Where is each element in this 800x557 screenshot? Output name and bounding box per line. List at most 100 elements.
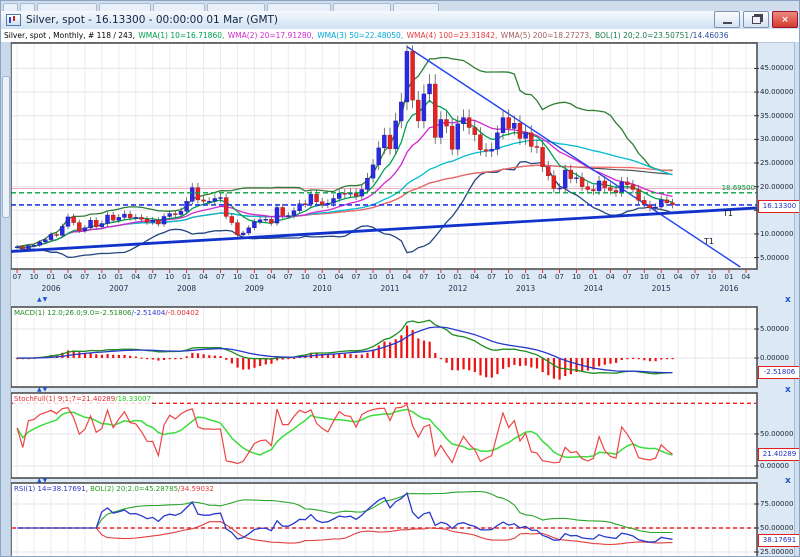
macd-histogram-bar [626, 358, 628, 359]
macd-histogram-bar [90, 353, 92, 358]
price-level-label: 18.69500 [695, 184, 755, 192]
macd-histogram-bar [451, 358, 453, 370]
candle [77, 223, 81, 231]
macd-histogram-bar [632, 358, 634, 359]
candle [190, 188, 194, 202]
macd-histogram-bar [660, 358, 662, 360]
candle [219, 198, 223, 199]
stoch-panel-close[interactable]: x [785, 386, 791, 394]
stoch-collapse-arrows[interactable]: ▲▼ [37, 386, 48, 393]
macd-collapse-arrows[interactable]: ▲▼ [37, 296, 48, 303]
candle [654, 207, 658, 208]
candle [574, 178, 578, 179]
rsi-panel-close[interactable]: x [785, 477, 791, 485]
legend-segment: /-0.00402 [165, 309, 199, 317]
stoch-legend: StochFull(1) 9;1;7=21.40289/18.33007 [13, 395, 152, 404]
macd-histogram-bar [140, 358, 142, 359]
candle [94, 220, 98, 227]
candle [507, 118, 511, 129]
macd-histogram-bar [293, 358, 295, 359]
candle [388, 135, 392, 149]
left-scrollbar-thumb[interactable] [2, 76, 10, 218]
macd-histogram-bar [542, 358, 544, 372]
macd-histogram-bar [78, 352, 80, 358]
x-year-label: 2013 [510, 284, 542, 293]
candle [106, 215, 110, 224]
rsi-collapse-arrows[interactable]: ▲▼ [37, 477, 48, 484]
macd-histogram-bar [236, 358, 238, 368]
macd-histogram-bar [598, 358, 600, 366]
candle [89, 220, 93, 228]
macd-histogram-bar [536, 358, 538, 368]
macd-histogram-bar [174, 358, 176, 359]
candle [416, 100, 420, 121]
macd-histogram-bar [468, 358, 470, 370]
macd-histogram-bar [169, 358, 171, 359]
macd-histogram-bar [609, 358, 611, 364]
candle [473, 128, 477, 135]
candle [241, 233, 245, 235]
candle [558, 188, 562, 189]
macd-histogram-bar [95, 354, 97, 358]
candle [625, 182, 629, 185]
legend-segment: BOL(2) 20;2.0=45.28785 [90, 485, 178, 493]
macd-histogram-bar [163, 358, 165, 360]
rsi-legend: RSI(1) 14=38.17691, BOL(2) 20;2.0=45.287… [13, 485, 215, 494]
macd-histogram-bar [638, 358, 640, 359]
candle [32, 245, 36, 246]
candle [665, 200, 669, 203]
candle [637, 189, 641, 200]
candle [292, 211, 296, 216]
macd-histogram-bar [220, 356, 222, 358]
macd-histogram-bar [429, 342, 431, 358]
rsi-plot-bg [11, 483, 757, 557]
candle [512, 123, 516, 128]
candle [202, 200, 206, 201]
x-year-label: 2010 [306, 284, 338, 293]
candle [490, 149, 494, 151]
macd-histogram-bar [462, 358, 464, 369]
macd-histogram-bar [496, 358, 498, 374]
left-scrollbar[interactable] [1, 42, 11, 557]
candle [315, 194, 319, 202]
macd-histogram-bar [361, 355, 363, 358]
candle [659, 200, 663, 207]
macd-histogram-bar [112, 355, 114, 358]
macd-histogram-bar [327, 355, 329, 358]
candle [332, 198, 336, 203]
macd-histogram-bar [242, 358, 244, 370]
legend-segment: /34.59032 [178, 485, 214, 493]
macd-panel-close[interactable]: x [785, 296, 791, 304]
macd-histogram-bar [604, 358, 606, 365]
candle [117, 217, 121, 220]
main-plot-bg [11, 43, 757, 269]
candle [281, 207, 285, 215]
macd-histogram-bar [152, 358, 154, 359]
macd-histogram-bar [355, 355, 357, 358]
candle [252, 222, 256, 228]
candle [38, 242, 42, 245]
candle [134, 217, 138, 218]
macd-histogram-bar [400, 335, 402, 358]
x-year-label: 2011 [374, 284, 406, 293]
candle [478, 135, 482, 150]
candle [179, 211, 183, 214]
candle [580, 178, 584, 187]
legend-segment: /18.33007 [115, 395, 151, 403]
legend-segment: MACD(1) 12.0;26.0;9.0=-2.51806 [14, 309, 131, 317]
candle [258, 220, 262, 222]
candle [55, 234, 59, 235]
candle [173, 214, 177, 215]
x-year-label: 2012 [442, 284, 474, 293]
macd-histogram-bar [474, 358, 476, 372]
x-year-label: 2015 [645, 284, 677, 293]
macd-histogram-bar [485, 358, 487, 377]
candle [21, 247, 25, 249]
candle [235, 223, 239, 235]
candle [524, 133, 528, 139]
candle [603, 181, 607, 188]
macd-histogram-bar [203, 354, 205, 358]
macd-histogram-bar [287, 358, 289, 359]
candle [365, 178, 369, 189]
macd-histogram-bar [440, 358, 442, 359]
